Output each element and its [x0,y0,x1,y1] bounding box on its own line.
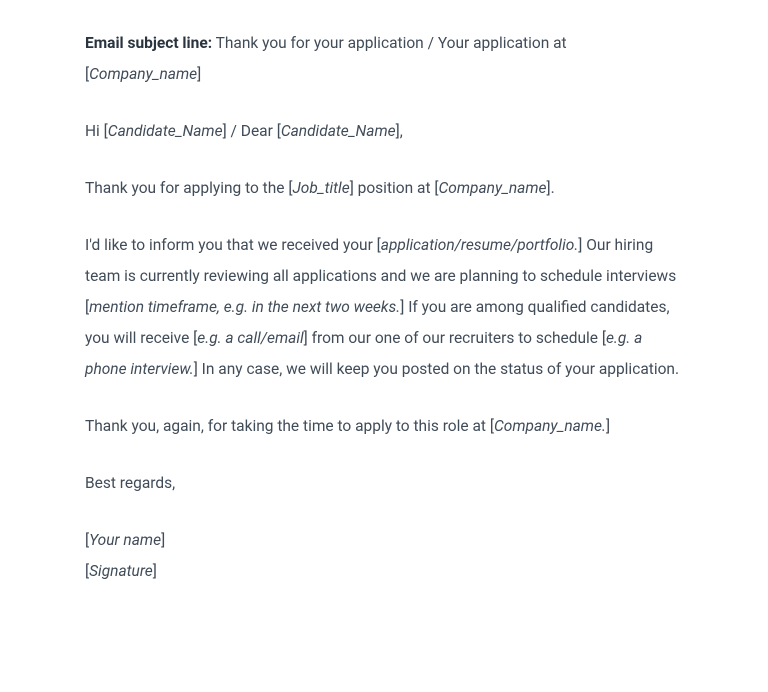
signature-name-line: [Your name] [85,525,683,556]
paragraph-1: Thank you for applying to the [Job_title… [85,173,683,204]
para2-placeholder-2: mention timeframe, e.g. in the next two … [89,298,400,316]
para3-t2: ] [606,417,610,435]
para2-t5: ] In any case, we will keep you posted o… [194,360,679,378]
para1-placeholder-company: Company_name [439,179,547,197]
greeting-t1: Hi [ [85,122,108,140]
signature-placeholder-sig: Signature [89,562,153,580]
para1-placeholder-job: Job_title [292,179,349,197]
para1-t3: ]. [547,179,555,197]
email-template-document: Email subject line: Thank you for your a… [85,28,683,587]
paragraph-2: I'd like to inform you that we received … [85,230,683,385]
para2-t1: I'd like to inform you that we received … [85,236,381,254]
para2-placeholder-3: e.g. a call/email [197,329,303,347]
para3-t1: Thank you, again, for taking the time to… [85,417,494,435]
greeting-placeholder-1: Candidate_Name [108,122,223,140]
signature-placeholder-name: Your name [89,531,161,549]
closing-line: Best regards, [85,468,683,499]
signature-sig-line: [Signature] [85,556,683,587]
para1-t2: ] position at [ [350,179,439,197]
subject-text-after: ] [197,65,201,83]
para2-t4: ] from our one of our recruiters to sche… [304,329,606,347]
para1-t1: Thank you for applying to the [ [85,179,292,197]
para2-placeholder-1: application/resume/portfolio. [381,236,579,254]
sig-t4: ] [153,562,157,580]
paragraph-3: Thank you, again, for taking the time to… [85,411,683,442]
subject-placeholder-company: Company_name [89,65,197,83]
greeting-placeholder-2: Candidate_Name [281,122,396,140]
para3-placeholder-company: Company_name. [494,417,606,435]
subject-label: Email subject line: [85,34,212,52]
greeting-line: Hi [Candidate_Name] / Dear [Candidate_Na… [85,116,683,147]
greeting-t2: ] / Dear [ [223,122,281,140]
greeting-t3: ], [396,122,403,140]
sig-t2: ] [161,531,165,549]
subject-line: Email subject line: Thank you for your a… [85,28,683,90]
